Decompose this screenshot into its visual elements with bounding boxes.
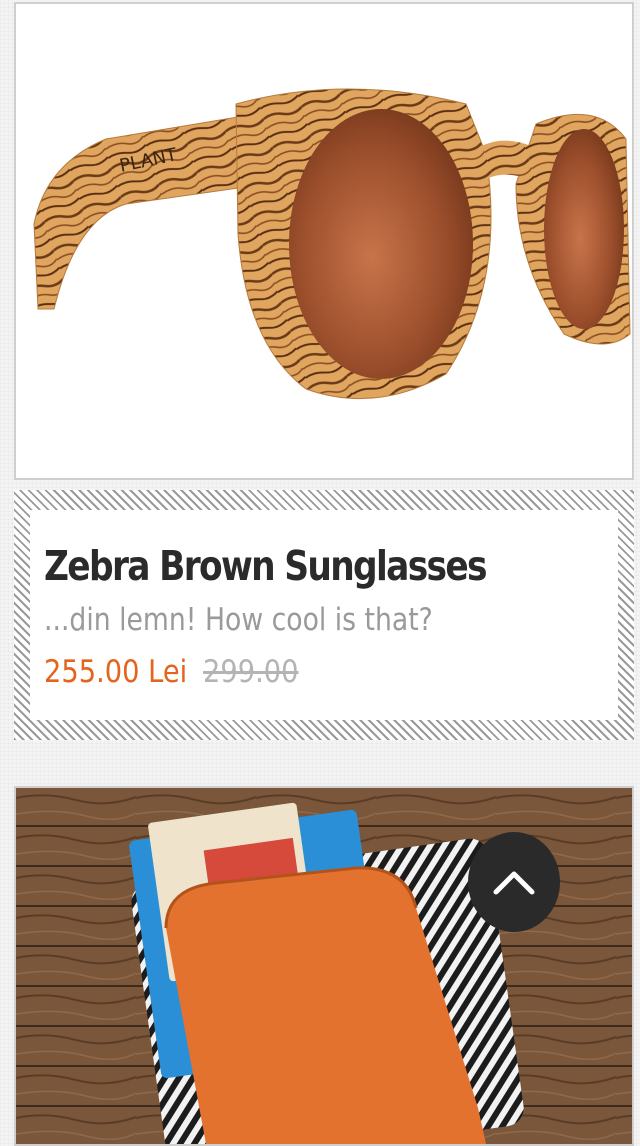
price-current: 255.00 Lei bbox=[44, 654, 188, 690]
sunglasses-photo: PLANT bbox=[16, 4, 632, 478]
scroll-to-top-button[interactable] bbox=[468, 832, 560, 932]
product-title[interactable]: Zebra Brown Sunglasses bbox=[44, 540, 514, 592]
product-description: ...din lemn! How cool is that? bbox=[44, 602, 433, 638]
price-row: 255.00 Lei 299.00 bbox=[44, 650, 537, 694]
chevron-up-icon bbox=[493, 871, 535, 895]
product-info-content: Zebra Brown Sunglasses ...din lemn! How … bbox=[30, 510, 618, 720]
product-info-card[interactable]: Zebra Brown Sunglasses ...din lemn! How … bbox=[14, 490, 634, 740]
price-old: 299.00 bbox=[203, 654, 299, 690]
product-image-sunglasses[interactable]: PLANT bbox=[14, 2, 634, 480]
product-image-wallet[interactable] bbox=[14, 786, 634, 1146]
